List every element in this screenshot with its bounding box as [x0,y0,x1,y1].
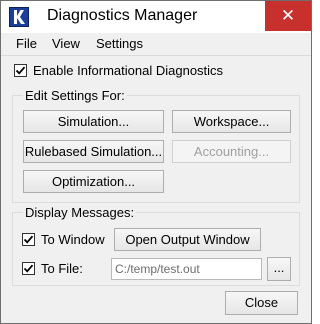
menu-bar: File View Settings [1,33,311,56]
checkmark-icon [23,264,34,273]
checkmark-icon [23,235,34,244]
simulation-button[interactable]: Simulation... [23,110,164,133]
informational-diagnostics-checkbox[interactable] [14,64,27,77]
diagnostics-manager-window: Diagnostics Manager ✕ File View Settings… [0,0,312,324]
edit-settings-title: Edit Settings For: [23,88,127,103]
to-file-label: To File: [41,261,83,276]
workspace-button[interactable]: Workspace... [172,110,291,133]
to-window-checkbox[interactable] [22,233,35,246]
riverware-logo-icon [9,7,29,27]
menu-settings[interactable]: Settings [96,36,143,51]
optimization-button[interactable]: Optimization... [23,170,164,193]
close-button[interactable]: Close [225,291,298,315]
accounting-button[interactable]: Accounting... [172,140,291,163]
file-path-input[interactable]: C:/temp/test.out [111,258,262,280]
to-file-checkbox[interactable] [22,262,35,275]
checkmark-icon [15,66,26,75]
browse-file-button[interactable]: ... [267,257,291,281]
informational-diagnostics-label: Enable Informational Diagnostics [33,63,224,78]
title-bar: Diagnostics Manager ✕ [1,1,311,34]
open-output-window-button[interactable]: Open Output Window [114,228,261,251]
window-title: Diagnostics Manager [47,7,198,24]
rulebased-simulation-button[interactable]: Rulebased Simulation... [23,140,164,163]
menu-view[interactable]: View [52,36,80,51]
display-messages-title: Display Messages: [23,205,137,220]
close-window-button[interactable]: ✕ [265,1,311,31]
to-window-label: To Window [41,232,105,247]
menu-file[interactable]: File [16,36,37,51]
